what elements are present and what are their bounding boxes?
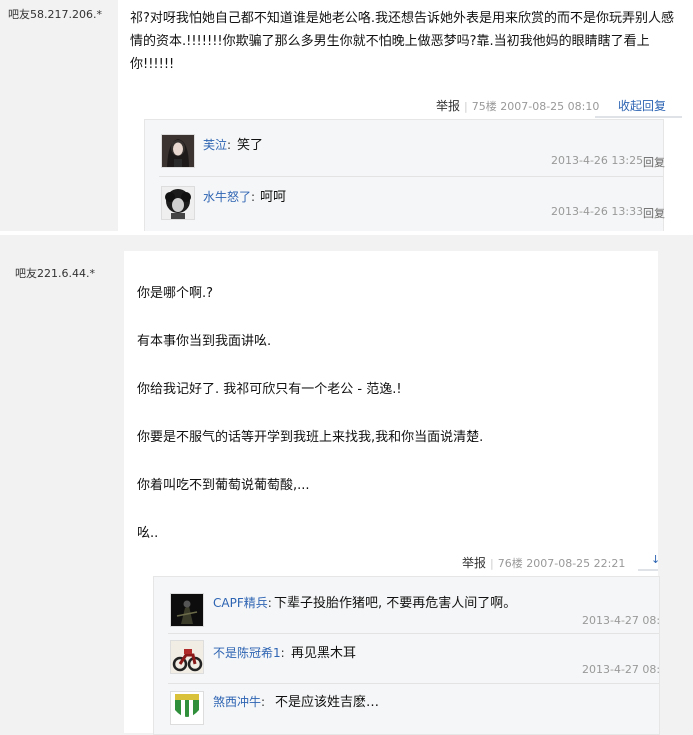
reply-text: 不是应该姓吉麽… xyxy=(275,695,380,710)
post-author[interactable]: 吧友58.217.206.* xyxy=(8,6,102,22)
reply-item: CAPF精兵: 下辈子投胎作猪吧, 不要再危害人间了啊。 2013-4-27 0… xyxy=(154,577,661,634)
post-time: 2007-08-25 08:10 xyxy=(500,100,600,113)
post-body: 祁?对呀我怕她自己都不知道谁是她老公咯.我还想告诉她外表是用来欣赏的而不是你玩弄… xyxy=(130,11,675,72)
reply-text: 再见黑木耳 xyxy=(291,646,357,661)
reply-panel: CAPF精兵: 下辈子投胎作猪吧, 不要再危害人间了啊。 2013-4-27 0… xyxy=(153,576,660,735)
post-meta: 举报 | 75楼 2007-08-25 08:10 xyxy=(436,99,600,113)
floor-number: 75楼 xyxy=(471,100,497,113)
reply-item: 煞西冲牛: 不是应该姓吉麽… xyxy=(154,685,659,734)
reply-username[interactable]: 不是陈冠希1: xyxy=(213,644,285,661)
reply-time: 2013-4-27 08: xyxy=(582,614,661,627)
reply-username[interactable]: CAPF精兵: xyxy=(213,594,272,611)
floor-number: 76楼 xyxy=(497,557,523,570)
reply-text: 呵呵 xyxy=(260,190,287,205)
post-time: 2007-08-25 22:21 xyxy=(526,557,626,570)
avatar[interactable] xyxy=(161,186,195,220)
reply-panel: 芙泣: 笑了 2013-4-26 13:25 回复 水牛怒了: 呵呵 2013-… xyxy=(144,119,665,234)
avatar[interactable] xyxy=(170,640,204,674)
post-author[interactable]: 吧友221.6.44.* xyxy=(15,265,95,281)
reply-item: 水牛怒了: 呵呵 2013-4-26 13:33 回复 xyxy=(145,177,665,233)
post-paragraph: 你要是不服气的话等开学到我班上来找我,我和你当面说清楚. xyxy=(137,430,484,445)
motorcycle-icon xyxy=(171,641,203,673)
post-paragraph: 你是哪个啊.? xyxy=(137,286,214,301)
curly-hair-portrait-icon xyxy=(162,187,194,219)
reply-time: 2013-4-27 08: xyxy=(582,663,661,676)
avatar[interactable] xyxy=(170,691,204,725)
post-floor-75: 吧友58.217.206.* 祁?对呀我怕她自己都不知道谁是她老公咯.我还想告诉… xyxy=(0,0,693,234)
reply-text: 笑了 xyxy=(237,138,264,153)
reply-username[interactable]: 芙泣: xyxy=(203,136,231,153)
reply-username[interactable]: 煞西冲牛: xyxy=(213,693,265,710)
post-floor-76: 吧友221.6.44.* 你是哪个啊.? 有本事你当到我面讲吆. 你给我记好了.… xyxy=(0,234,693,735)
reply-tab-underline xyxy=(595,116,682,118)
report-link[interactable]: 举报 xyxy=(462,556,486,570)
team-badge-icon xyxy=(171,692,203,724)
reply-item: 不是陈冠希1: 再见黑木耳 2013-4-27 08: xyxy=(154,634,661,684)
collapse-reply-button[interactable]: ↓ xyxy=(651,553,660,566)
reply-time: 2013-4-26 13:33 xyxy=(551,205,644,218)
report-link[interactable]: 举报 xyxy=(436,99,460,113)
post-paragraph: 你给我记好了. 我祁可欣只有一个老公 - 范逸.! xyxy=(137,382,402,397)
post-body: 你是哪个啊.? 有本事你当到我面讲吆. 你给我记好了. 我祁可欣只有一个老公 -… xyxy=(137,282,647,570)
avatar[interactable] xyxy=(170,593,204,627)
collapse-reply-button[interactable]: 收起回复 xyxy=(618,97,666,114)
post-paragraph: 你着叫吃不到葡萄说葡萄酸,... xyxy=(137,478,310,493)
post-paragraph: 吆.. xyxy=(137,526,159,541)
reply-text: 下辈子投胎作猪吧, 不要再危害人间了啊。 xyxy=(274,596,517,611)
reply-button[interactable]: 回复 xyxy=(643,205,665,221)
avatar[interactable] xyxy=(161,134,195,168)
reply-tab-underline xyxy=(638,569,658,571)
reply-item: 芙泣: 笑了 2013-4-26 13:25 回复 xyxy=(145,120,665,177)
dark-portrait-icon xyxy=(162,135,194,167)
reply-time: 2013-4-26 13:25 xyxy=(551,154,644,167)
post-paragraph: 有本事你当到我面讲吆. xyxy=(137,334,272,349)
post-meta: 举报 | 76楼 2007-08-25 22:21 xyxy=(462,556,626,570)
reply-username[interactable]: 水牛怒了: xyxy=(203,188,255,205)
dark-figure-icon xyxy=(171,594,203,626)
reply-divider xyxy=(168,683,659,684)
reply-button[interactable]: 回复 xyxy=(643,154,665,170)
